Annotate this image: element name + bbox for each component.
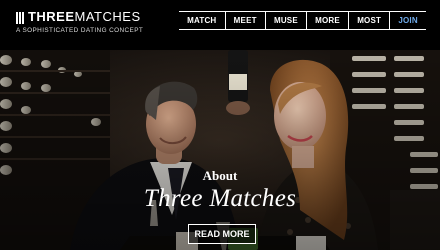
hero-photo [0, 50, 440, 250]
nav-item-most[interactable]: MOST [348, 12, 389, 29]
nav-item-meet[interactable]: MEET [224, 12, 265, 29]
nav-item-match[interactable]: MATCH [179, 12, 225, 29]
read-more-button[interactable]: READ MORE [188, 224, 256, 244]
logo-bars-icon [16, 11, 25, 24]
nav-item-more[interactable]: MORE [306, 12, 348, 29]
nav-item-join[interactable]: JOIN [389, 12, 426, 29]
brand-name: THREEMATCHES [27, 9, 141, 24]
site-header: THREEMATCHES A SOPHISTICATED DATING CONC… [0, 0, 440, 50]
hero-kicker: About [202, 168, 238, 183]
nav-item-muse[interactable]: MUSE [264, 12, 306, 29]
brand-tagline: A SOPHISTICATED DATING CONCEPT [16, 27, 144, 34]
main-nav: MATCH MEET MUSE MORE MOST JOIN [179, 11, 426, 30]
brand-logo[interactable]: THREEMATCHES A SOPHISTICATED DATING CONC… [16, 9, 143, 34]
hero-title: Three Matches [143, 185, 297, 212]
hero-section: About Three Matches READ MORE [0, 50, 440, 250]
